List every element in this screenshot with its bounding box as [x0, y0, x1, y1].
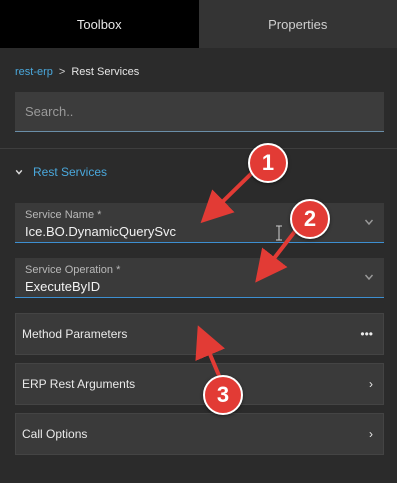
breadcrumb-current: Rest Services: [71, 66, 140, 78]
divider: [0, 148, 397, 149]
search-input[interactable]: [15, 92, 384, 131]
chevron-down-icon[interactable]: [364, 272, 374, 282]
section-title: Rest Services: [33, 165, 108, 179]
service-operation-field[interactable]: Service Operation * ExecuteByID: [15, 258, 384, 298]
breadcrumb-separator: >: [58, 66, 66, 78]
service-name-value: Ice.BO.DynamicQuerySvc: [25, 224, 176, 239]
text-cursor-icon: [276, 225, 282, 241]
call-options-label: Call Options: [22, 427, 88, 441]
method-parameters-label: Method Parameters: [22, 327, 128, 341]
annotation-callout-2: 2: [290, 199, 330, 239]
annotation-callout-3: 3: [203, 375, 243, 415]
more-icon[interactable]: •••: [360, 327, 373, 341]
chevron-down-icon: [15, 169, 23, 175]
service-operation-label: Service Operation *: [25, 264, 121, 276]
service-name-label: Service Name *: [25, 209, 102, 221]
annotation-callout-1: 1: [248, 143, 288, 183]
chevron-down-icon[interactable]: [364, 217, 374, 227]
service-operation-value: ExecuteByID: [25, 279, 101, 294]
tab-bar: Toolbox Properties: [0, 0, 397, 48]
method-parameters-panel[interactable]: Method Parameters •••: [15, 313, 384, 355]
call-options-panel[interactable]: Call Options ›: [15, 413, 384, 455]
search-box: [15, 92, 384, 132]
erp-rest-arguments-panel[interactable]: ERP Rest Arguments ›: [15, 363, 384, 405]
tab-toolbox[interactable]: Toolbox: [0, 0, 199, 48]
section-header-rest-services[interactable]: Rest Services: [15, 165, 107, 179]
tab-properties[interactable]: Properties: [198, 0, 397, 48]
breadcrumb-link-rest-erp[interactable]: rest-erp: [15, 66, 53, 78]
chevron-right-icon[interactable]: ›: [369, 427, 373, 441]
erp-rest-arguments-label: ERP Rest Arguments: [22, 377, 136, 391]
breadcrumb: rest-erp > Rest Services: [15, 66, 139, 78]
chevron-right-icon[interactable]: ›: [369, 377, 373, 391]
